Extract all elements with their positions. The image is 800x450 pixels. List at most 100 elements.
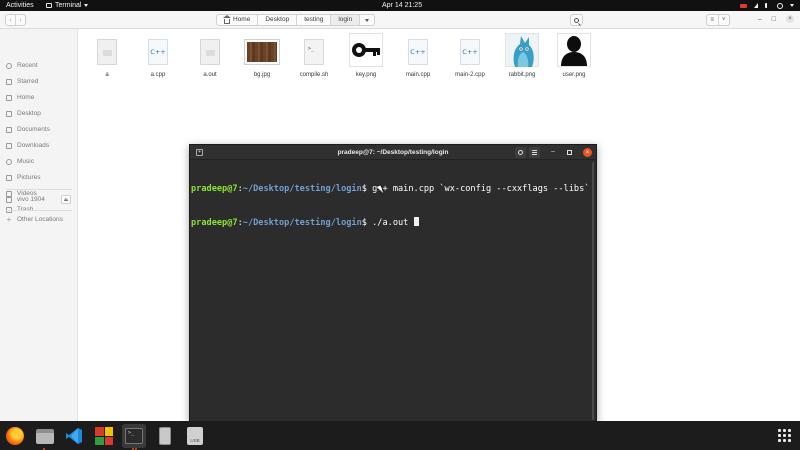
sidebar-item-label: Starred <box>17 78 39 85</box>
documents-icon <box>6 126 12 133</box>
file-name: main.cpp <box>405 72 431 78</box>
sidebar-item-label: Downloads <box>17 142 50 149</box>
terminal-icon: >_ <box>125 428 143 444</box>
cpp-file-icon: C++ <box>453 35 487 69</box>
app-menu[interactable]: Terminal <box>46 0 89 11</box>
file-item[interactable]: C++ main.cpp <box>393 35 443 78</box>
terminal-minimize-button[interactable]: – <box>551 148 555 155</box>
plus-icon: + <box>6 214 12 224</box>
terminal-close-button[interactable]: × <box>583 148 592 157</box>
file-name: key.png <box>355 72 377 78</box>
volume-icon <box>765 3 770 8</box>
command-text: ./a.out <box>372 218 414 228</box>
sidebar-item-downloads[interactable]: Downloads <box>6 140 49 151</box>
file-item[interactable]: user.png <box>549 31 599 78</box>
breadcrumb-menu-button[interactable] <box>360 15 374 25</box>
activities-button[interactable]: Activities <box>6 0 34 11</box>
sidebar-item-recent[interactable]: Recent <box>6 60 38 71</box>
file-item[interactable]: C++ main-2.cpp <box>445 35 495 78</box>
chevron-down-icon <box>365 18 370 22</box>
maximize-button[interactable]: □ <box>772 16 776 23</box>
sidebar-item-label: vivo 1904 <box>17 196 45 203</box>
text-cursor <box>413 217 419 226</box>
system-tray[interactable] <box>740 0 794 11</box>
dock-usb[interactable]: USB <box>183 424 207 448</box>
file-item[interactable]: a <box>82 35 132 78</box>
desktop: Activities Terminal Apr 14 21:25 ‹ › Hom… <box>0 0 800 450</box>
sidebar-item-starred[interactable]: Starred <box>6 76 38 87</box>
file-item[interactable]: rabbit.png <box>497 31 547 78</box>
file-item[interactable]: >_ compile.sh <box>289 35 339 78</box>
dock-terminal[interactable]: >_ <box>122 424 146 450</box>
terminal-window[interactable]: + pradeep@7: ~/Desktop/testing/login – ×… <box>189 144 597 423</box>
dock-vscode[interactable] <box>62 424 86 448</box>
view-buttons: ≡ ˅ <box>706 14 730 26</box>
command-text: g++ main.cpp `wx-config --cxxflags --lib… <box>372 184 590 194</box>
sidebar-item-music[interactable]: Music <box>6 156 34 167</box>
file-item[interactable]: key.png <box>341 31 391 78</box>
sidebar-item-other-locations[interactable]: + Other Locations <box>6 214 63 225</box>
search-button[interactable] <box>570 14 583 26</box>
file-name: bg.jpg <box>253 72 271 78</box>
vscode-icon <box>65 427 83 445</box>
minimize-button[interactable]: – <box>758 16 762 23</box>
dock-app-grid[interactable] <box>92 424 116 448</box>
breadcrumb-label: Home <box>233 16 251 23</box>
key-image-icon <box>349 31 383 69</box>
files-icon <box>36 428 54 444</box>
sidebar-item-vivo-1904[interactable]: vivo 1904 <box>6 194 45 205</box>
terminal-maximize-button[interactable] <box>567 150 572 155</box>
search-icon <box>518 150 523 155</box>
breadcrumb-login[interactable]: login <box>331 15 361 25</box>
clock[interactable]: Apr 14 21:25 <box>382 0 422 11</box>
shell-script-icon: >_ <box>297 35 331 69</box>
file-item[interactable]: C++ a.cpp <box>133 35 183 78</box>
sidebar: Recent Starred Home Desktop Documents Do… <box>0 29 78 421</box>
forward-button[interactable]: › <box>15 15 25 25</box>
terminal-titlebar[interactable]: + pradeep@7: ~/Desktop/testing/login – × <box>190 145 596 160</box>
window-controls: – □ × <box>758 13 794 25</box>
dock-disk[interactable] <box>153 424 177 448</box>
breadcrumb-desktop[interactable]: Desktop <box>258 15 298 25</box>
list-view-button[interactable]: ≡ <box>707 15 718 25</box>
file-name: a.cpp <box>150 72 166 78</box>
terminal-menu-button[interactable] <box>529 147 540 158</box>
sidebar-divider <box>6 210 72 211</box>
back-button[interactable]: ‹ <box>6 15 15 25</box>
sidebar-item-label: Other Locations <box>17 216 63 223</box>
eject-button[interactable]: ⏏ <box>61 195 71 204</box>
home-icon <box>223 14 231 24</box>
dock-files[interactable] <box>33 424 57 450</box>
dock-firefox[interactable] <box>3 424 27 448</box>
chevron-down-icon <box>84 4 89 7</box>
terminal-app-icon <box>46 3 52 8</box>
terminal-search-button[interactable] <box>515 147 526 158</box>
app-menu-label: Terminal <box>55 2 82 9</box>
view-options-button[interactable]: ˅ <box>717 15 730 25</box>
sidebar-item-documents[interactable]: Documents <box>6 124 50 135</box>
cpp-file-icon: C++ <box>141 35 175 69</box>
close-button[interactable]: × <box>786 15 794 23</box>
breadcrumb: Home Desktop testing login <box>216 14 376 26</box>
file-item[interactable]: a.out <box>185 35 235 78</box>
terminal-scrollbar[interactable] <box>592 162 594 420</box>
show-applications-icon[interactable] <box>778 429 791 442</box>
sidebar-item-pictures[interactable]: Pictures <box>6 172 40 183</box>
file-name: compile.sh <box>299 72 329 78</box>
file-item[interactable]: bg.jpg <box>237 35 287 78</box>
sidebar-item-home[interactable]: Home <box>6 92 34 103</box>
sidebar-divider <box>6 189 72 190</box>
file-manager-header: ‹ › Home Desktop testing login ≡ ˅ – □ × <box>0 11 800 29</box>
clock-icon <box>6 62 12 69</box>
downloads-icon <box>6 142 12 149</box>
sidebar-item-desktop[interactable]: Desktop <box>6 108 41 119</box>
breadcrumb-testing[interactable]: testing <box>297 15 332 25</box>
usb-drive-icon: USB <box>187 427 203 445</box>
terminal-output[interactable]: pradeep@7:~/Desktop/testing/login$ g++ m… <box>191 162 590 251</box>
sidebar-item-label: Desktop <box>17 110 41 117</box>
file-name: a.out <box>203 72 217 78</box>
screen-record-icon[interactable] <box>740 3 747 8</box>
desktop-icon <box>6 110 12 117</box>
breadcrumb-home[interactable]: Home <box>217 14 259 25</box>
firefox-icon <box>6 427 24 445</box>
